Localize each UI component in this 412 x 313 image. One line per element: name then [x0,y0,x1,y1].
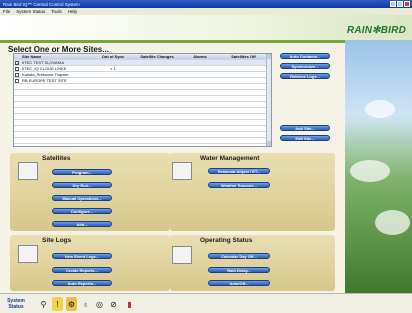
flow-status-icon[interactable]: ⚙ [66,297,77,311]
table-scrollbar[interactable] [266,54,271,146]
alarms-cell [180,72,220,77]
satellite-controller-icon [18,162,38,180]
site-checkbox[interactable] [15,78,19,83]
window-title: Rain Bird IQ™ Central Control System [3,1,80,7]
sprinkler-photo [345,40,412,293]
satellite-changes-cell [134,60,180,65]
title-bar: Rain Bird IQ™ Central Control System [0,0,412,8]
menu-help[interactable]: Help [68,9,77,14]
out-of-sync-cell [92,78,134,83]
menu-system-status[interactable]: System Status [16,9,45,14]
menu-bar: File System Status Tools Help [0,8,412,15]
new-event-logs-button[interactable]: New Event Logs... [52,253,112,259]
alarms-cell [180,78,220,83]
site-name: IITEC TEST SLOVAKIA [22,60,65,65]
satellites-off-cell [220,72,267,77]
column-site-name[interactable]: Site Name [20,54,92,59]
auto-contacts-button[interactable]: Auto Contacts... [280,53,330,59]
satellite-changes-cell [134,78,180,83]
window-controls [390,1,410,7]
site-logs-title: Site Logs [42,237,72,244]
auto-reports-button[interactable]: Auto Reports... [52,280,112,286]
satellites-off-cell [220,66,267,71]
site-checkbox[interactable] [15,72,19,77]
empty-row [14,138,271,144]
program-button[interactable]: Program... [52,169,112,175]
sensor-status-icon[interactable]: ♁ [80,297,91,311]
retrieve-logs-button[interactable]: Retrieve Logs... [280,73,330,79]
column-out-of-sync[interactable]: Out of Sync [92,54,134,59]
header-banner: RAIN✻BIRD [0,15,412,40]
seasonal-adjust-button[interactable]: Seasonal Adjust / ET... [208,168,270,174]
add-satellite-button[interactable]: Add... [52,221,112,227]
column-satellites-off[interactable]: Satellites Off [220,54,267,59]
out-of-sync-count: 1 [113,66,116,71]
site-checkbox[interactable] [15,66,19,71]
create-reports-button[interactable]: Create Reports... [52,267,112,273]
dry-run-button[interactable]: Dry Run... [52,182,112,188]
sync-warning-icon: ● [110,66,113,71]
close-button[interactable] [404,1,410,7]
column-satellite-changes[interactable]: Satellite Changes [134,54,180,59]
synchronize-button[interactable]: Synchronize... [280,63,330,69]
auto-off-button[interactable]: Auto/Off... [208,280,270,286]
rain-bird-logo: RAIN✻BIRD [346,25,406,36]
water-drop-icon [172,162,192,180]
out-of-sync-cell [92,72,134,77]
water-management-panel [170,153,335,231]
edit-site-button[interactable]: Edit Site... [280,135,330,141]
sprinkler-status-icon[interactable]: ⚲ [38,297,49,311]
alarms-cell [180,66,220,71]
clock-icon [172,246,192,264]
column-alarms[interactable]: Alarms [180,54,220,59]
add-site-button[interactable]: Add Site... [280,125,330,131]
site-name: IITEC_IQ CLOUD LINKE [22,66,67,71]
rain-status-icon[interactable]: ▮ [124,297,135,311]
menu-tools[interactable]: Tools [51,9,62,14]
satellites-title: Satellites [42,155,71,162]
satellite-changes-cell [134,72,180,77]
rain-delay-button[interactable]: Rain Delay... [208,267,270,273]
site-checkbox[interactable]: ✓ [15,60,19,65]
site-name: Kubala_Srekovce-Trapner [22,72,69,77]
status-label-line2: Status [8,304,24,310]
scroll-up-icon[interactable] [267,54,271,59]
site-name: RB EUROPE TEST SITE [22,78,67,83]
weather-sources-button[interactable]: Weather Sources... [208,182,270,188]
out-of-sync-cell [92,60,134,65]
weather-status-icon[interactable]: ◎ [94,297,105,311]
scroll-down-icon[interactable] [267,141,271,146]
operating-status-title: Operating Status [200,237,253,244]
calendar-day-off-button[interactable]: Calendar Day Off... [208,253,270,259]
maximize-button[interactable] [397,1,403,7]
sites-table: Site Name Out of Sync Satellite Changes … [13,53,272,147]
satellites-off-cell [220,78,267,83]
minimize-button[interactable] [390,1,396,7]
configure-button[interactable]: Configure... [52,208,112,214]
system-status-label: System Status [4,296,28,312]
manual-operations-button[interactable]: Manual Operations... [52,195,112,201]
alarm-status-icon[interactable]: ! [52,297,63,311]
off-status-icon[interactable]: ⊘ [108,297,119,311]
water-management-title: Water Management [200,155,260,162]
satellite-changes-cell [134,66,180,71]
alarms-cell [180,60,220,65]
satellites-off-cell [220,60,267,65]
monitor-icon [18,245,38,263]
menu-file[interactable]: File [3,9,10,14]
main-panel: Select One or More Sites... Site Name Ou… [0,43,345,293]
status-bar: System Status ⚲ ! ⚙ ♁ ◎ ⊘ ▮ [0,293,412,313]
out-of-sync-cell: ● 1 [92,66,134,71]
